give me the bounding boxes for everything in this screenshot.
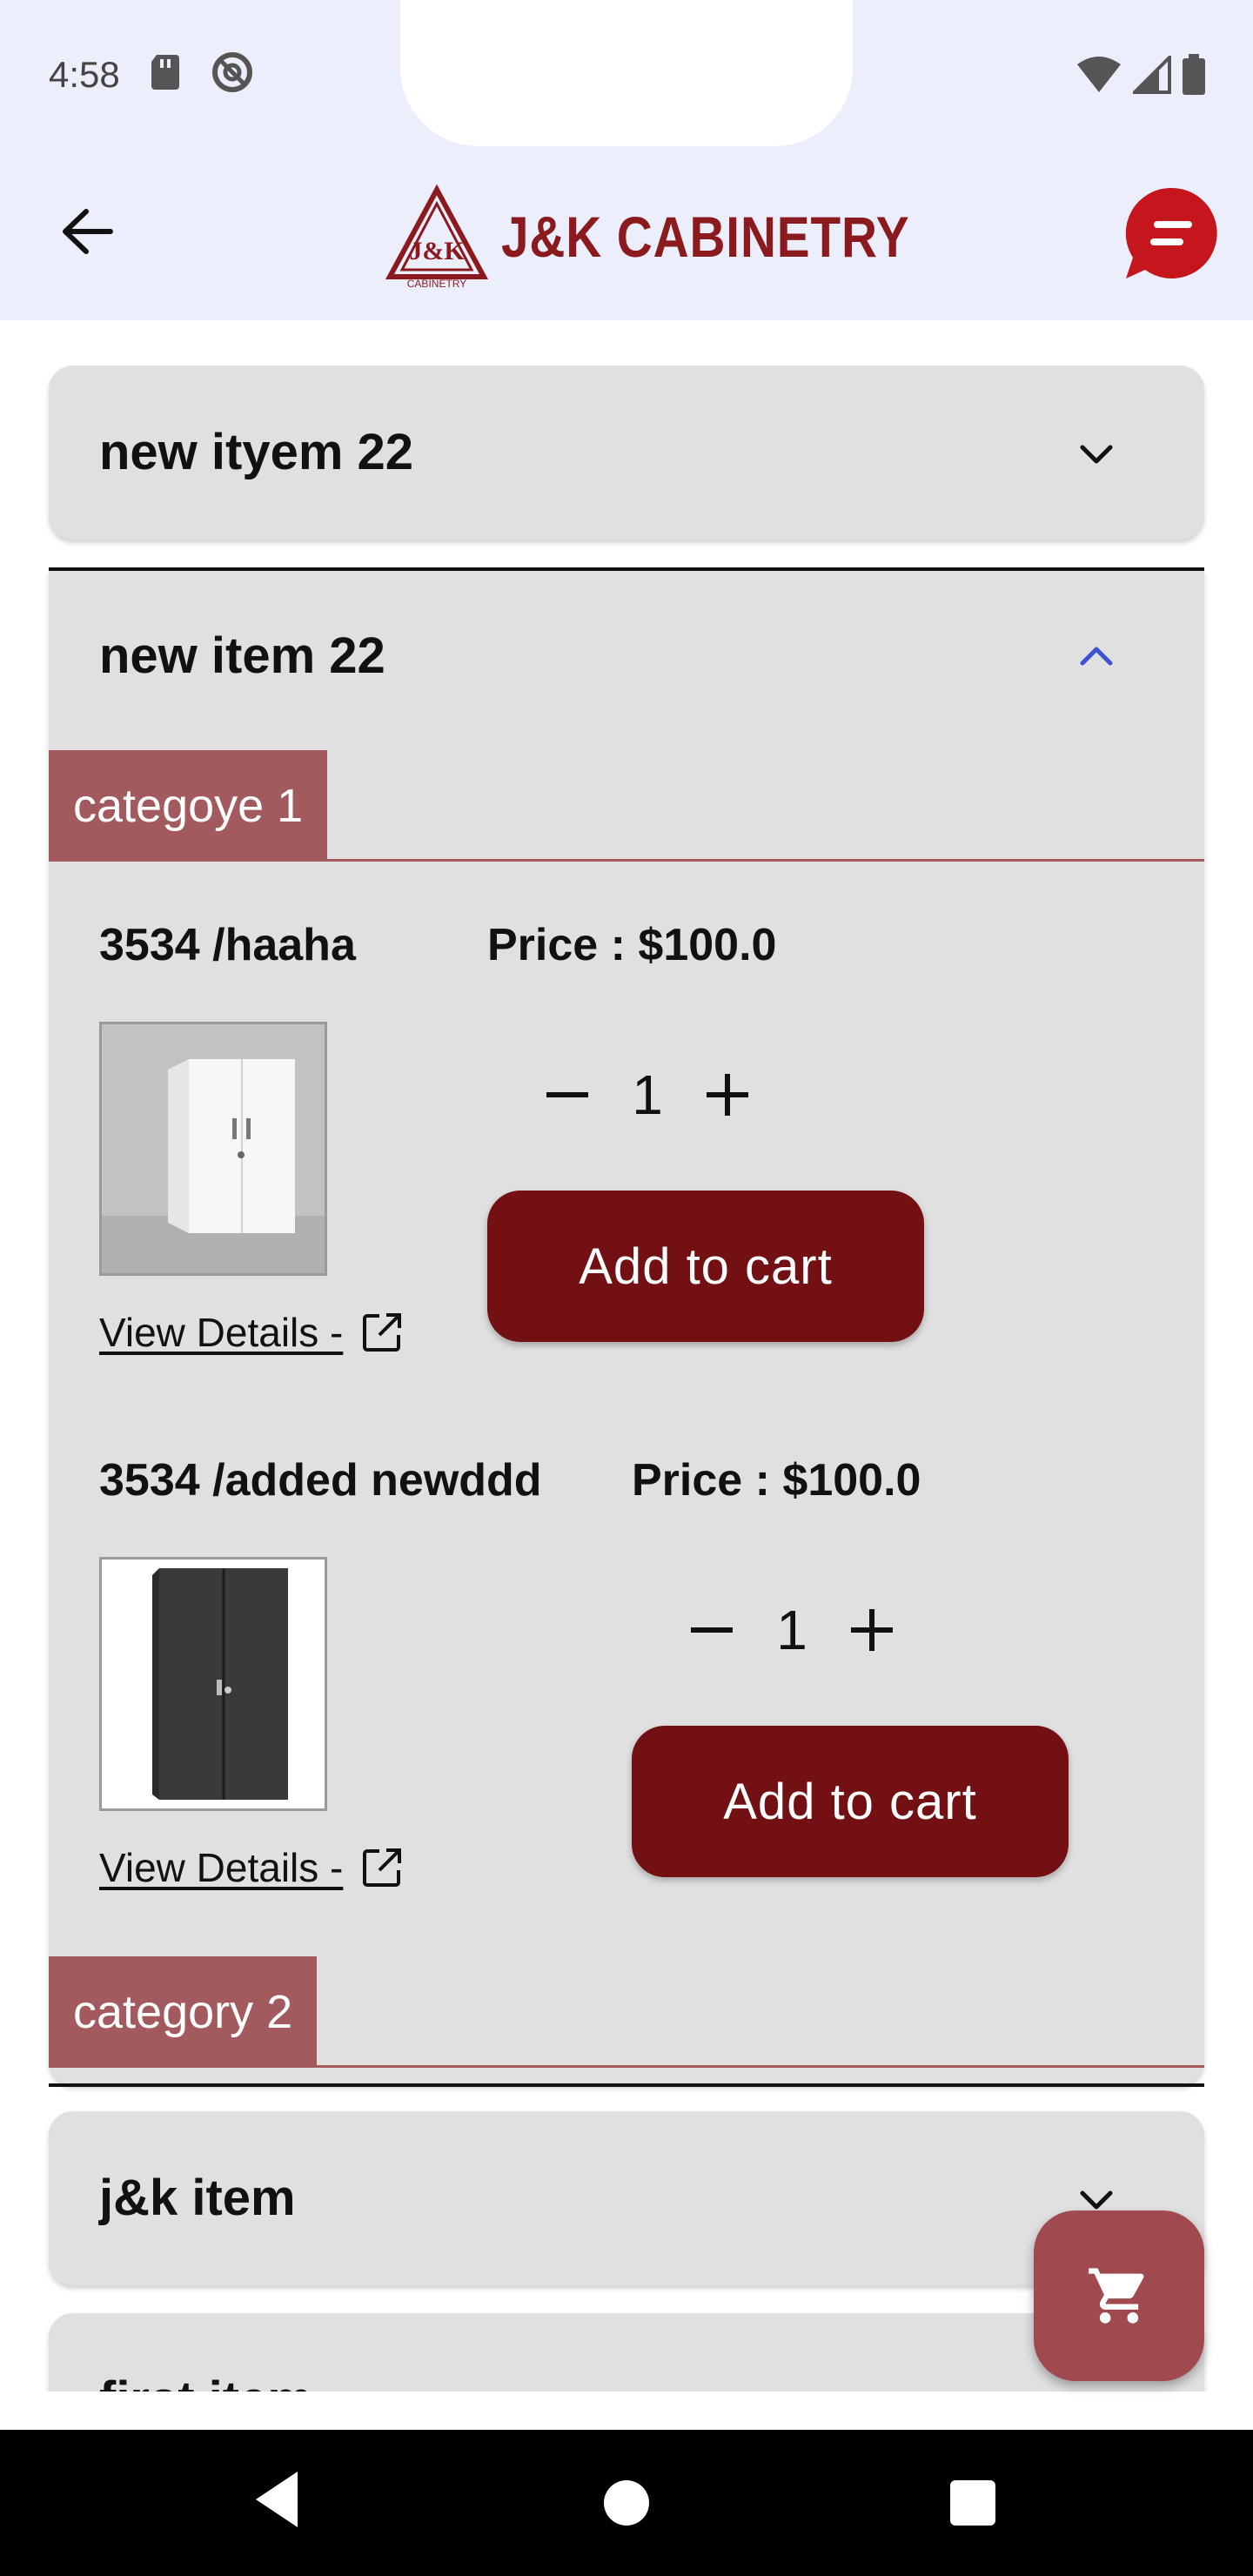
open-external-icon [363, 1313, 402, 1352]
chevron-up-icon [1080, 647, 1113, 666]
view-details-link[interactable]: View Details - [99, 1309, 404, 1356]
view-details-text: View Details - [99, 1845, 344, 1890]
product-image[interactable] [99, 1557, 327, 1811]
section-divider [49, 2083, 1204, 2087]
product-name: 3534 /haaha [99, 920, 356, 970]
quantity-stepper: 1 [531, 1058, 764, 1131]
section-title: first item [99, 2313, 312, 2392]
quantity-value: 1 [776, 1599, 807, 1661]
camera-notch [400, 0, 853, 146]
status-right [1075, 53, 1206, 100]
status-time: 4:58 [49, 53, 120, 95]
logo-text: J&K CABINETRY [501, 205, 910, 269]
increment-button[interactable] [835, 1593, 908, 1667]
category-underline [49, 859, 1204, 862]
content-area: new ityem 22 new item 22 categoye 1 3534… [0, 320, 1253, 2392]
chevron-down-icon [1080, 445, 1113, 464]
product-price: Price : $100.0 [487, 920, 777, 970]
product-name: 3534 /added newddd [99, 1455, 542, 1506]
black-cabinet-image [102, 1560, 325, 1808]
add-to-cart-button[interactable]: Add to cart [487, 1191, 924, 1342]
minus-icon [546, 1092, 588, 1097]
chat-button[interactable] [1122, 184, 1220, 282]
status-left: 4:58 [49, 50, 254, 98]
accordion-header[interactable]: first item [49, 2313, 1204, 2392]
white-cabinet-image [102, 1024, 325, 1273]
section-title: j&k item [99, 2170, 296, 2226]
minus-icon [691, 1627, 733, 1633]
app-bar: J&K CABINETRY J&K CABINETRY [0, 146, 1253, 320]
category-underline [49, 2065, 1204, 2068]
open-external-icon [363, 1848, 402, 1887]
category-tab: categoye 1 [49, 750, 328, 862]
accordion-header[interactable]: new item 22 [49, 571, 1204, 741]
accordion-section[interactable]: new ityem 22 [49, 366, 1204, 540]
view-details-text: View Details - [99, 1310, 344, 1355]
cart-icon [1089, 2268, 1144, 2324]
status-bar: 4:58 [0, 0, 1253, 146]
back-button[interactable] [50, 195, 124, 268]
do-not-disturb-icon [211, 50, 254, 98]
category-tab: category 2 [49, 1956, 318, 2068]
signal-icon [1130, 53, 1171, 98]
product-image[interactable] [99, 1022, 327, 1276]
logo-mark-sub: CABINETRY [407, 278, 466, 289]
system-nav-bar [0, 2430, 1253, 2576]
decrement-button[interactable] [531, 1058, 604, 1131]
increment-button[interactable] [691, 1058, 764, 1131]
logo-mark-text: J&K [409, 237, 465, 265]
brand-logo: J&K CABINETRY J&K CABINETRY [385, 184, 976, 289]
view-details-link[interactable]: View Details - [99, 1844, 404, 1891]
back-arrow-icon [63, 209, 113, 254]
chevron-down-icon [1075, 2381, 1117, 2392]
battery-icon [1182, 54, 1206, 100]
cart-fab-button[interactable] [1034, 2210, 1204, 2381]
accordion-header[interactable]: j&k item [49, 2111, 1204, 2285]
nav-recents-icon[interactable] [950, 2480, 995, 2526]
section-title: new item 22 [99, 627, 385, 684]
wifi-icon [1075, 56, 1122, 98]
decrement-button[interactable] [675, 1593, 748, 1667]
logo-triangle-mark: J&K CABINETRY [385, 184, 489, 289]
accordion-section-expanded: new item 22 categoye 1 3534 /haaha Price… [49, 571, 1204, 2085]
nav-back-icon[interactable] [252, 2468, 301, 2531]
product-price: Price : $100.0 [632, 1455, 921, 1506]
plus-icon [851, 1609, 893, 1651]
add-to-cart-button[interactable]: Add to cart [632, 1726, 1069, 1877]
quantity-stepper: 1 [675, 1593, 908, 1667]
chat-bubble-icon [1125, 187, 1217, 278]
accordion-header[interactable]: new ityem 22 [49, 366, 1204, 540]
accordion-section[interactable]: j&k item [49, 2111, 1204, 2285]
section-title: new ityem 22 [99, 424, 414, 480]
quantity-value: 1 [632, 1063, 663, 1126]
nav-home-icon[interactable] [604, 2480, 649, 2526]
plus-icon [707, 1074, 748, 1116]
accordion-section[interactable]: first item [49, 2313, 1204, 2392]
sd-card-icon [150, 53, 181, 96]
